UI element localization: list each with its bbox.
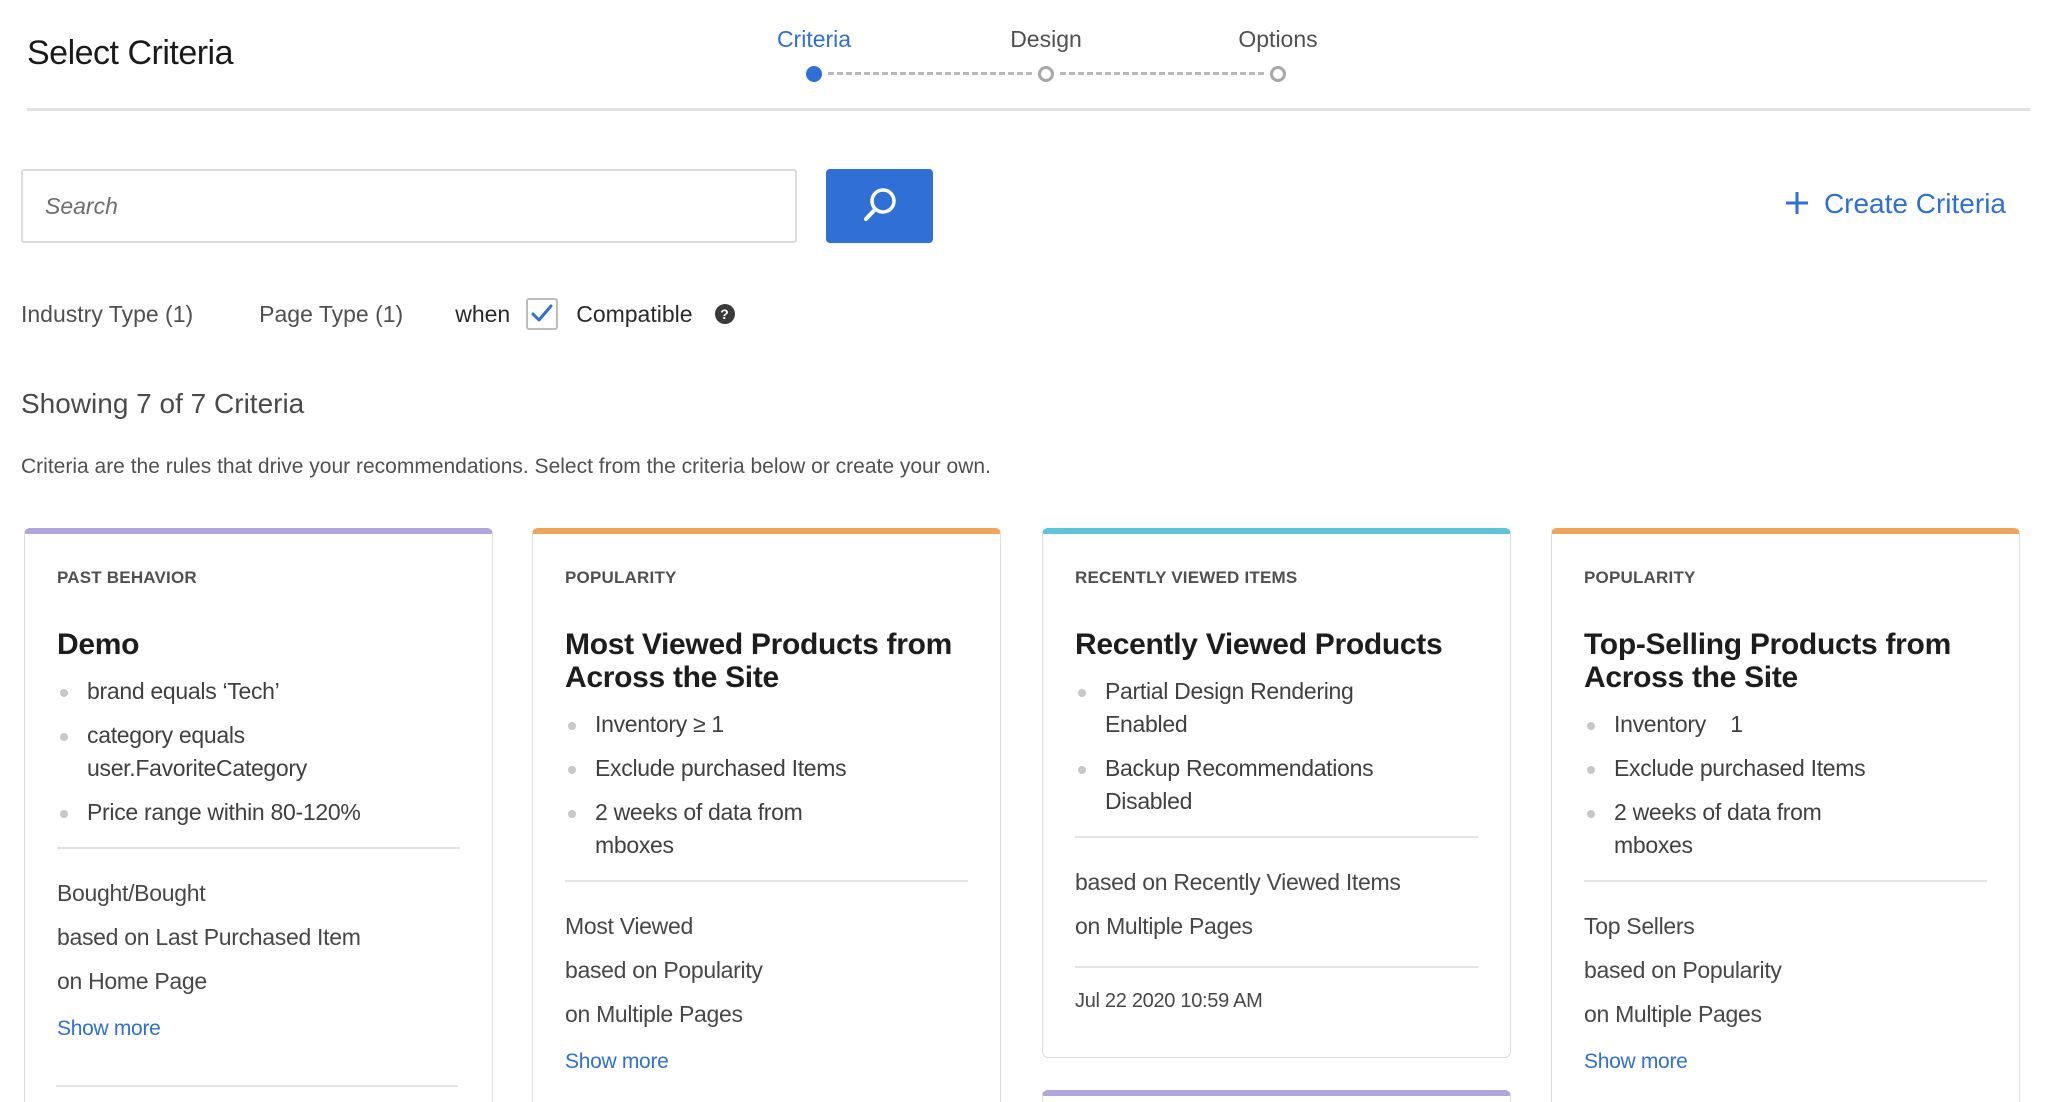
card-rules: brand equals ‘Tech’ category equals user…: [57, 675, 460, 829]
card-title: Top-Selling Products from Across the Sit…: [1584, 628, 1951, 694]
header-divider: [27, 108, 2030, 111]
card-page: on Multiple Pages: [1584, 1001, 1762, 1027]
card-recommendation-type: Most Viewed: [565, 913, 693, 939]
card-title: Recently Viewed Products: [1075, 628, 1443, 661]
page-title: Select Criteria: [27, 34, 234, 72]
show-more-link[interactable]: Show more: [1584, 1050, 1688, 1074]
help-icon[interactable]: ?: [714, 304, 735, 324]
show-more-link[interactable]: Show more: [565, 1050, 669, 1074]
criteria-card[interactable]: POPULARITY Most Viewed Products from Acr…: [532, 528, 1001, 1102]
card-category: POPULARITY: [1584, 568, 1696, 587]
create-criteria-button[interactable]: Create Criteria: [1784, 186, 2006, 222]
card-rule: Price range within 80-120%: [57, 796, 460, 829]
filter-bar: Industry Type (1) Page Type (1) when Com…: [21, 296, 735, 332]
search-input[interactable]: [21, 169, 797, 243]
card-divider: [565, 880, 968, 882]
card-date: Jul 22 2020 10:59 AM: [1075, 990, 1263, 1012]
card-meta: based on Recently Viewed Items on Multip…: [1075, 860, 1478, 948]
card-title: Demo: [57, 628, 140, 661]
card-recommendation-type: Top Sellers: [1584, 913, 1695, 939]
step-options[interactable]: Options: [1238, 26, 1317, 53]
search-button[interactable]: [826, 169, 933, 243]
card-rules: Inventory ≥ 1 Exclude purchased Items 2 …: [565, 708, 968, 862]
plus-icon: [1784, 186, 1810, 222]
card-rule: 2 weeks of data from mboxes: [1584, 796, 1844, 862]
card-category: POPULARITY: [565, 568, 677, 587]
step-design[interactable]: Design: [1010, 26, 1082, 53]
card-divider: [57, 847, 460, 849]
when-label: when: [455, 300, 511, 327]
card-divider: [1584, 880, 1987, 882]
card-recommendation-type: Bought/Bought: [57, 880, 206, 906]
checkmark-icon: [531, 304, 553, 322]
card-category: PAST BEHAVIOR: [57, 568, 197, 587]
card-divider: [1075, 836, 1478, 838]
card-rule: Inventory ≥ 1: [565, 708, 968, 741]
show-more-link[interactable]: Show more: [57, 1017, 161, 1041]
card-page: on Home Page: [57, 968, 207, 994]
card-rules: Inventory 1 Exclude purchased Items 2 we…: [1584, 708, 1987, 862]
progress-stepper: Criteria Design Options: [777, 26, 1318, 86]
search-icon: [860, 185, 900, 228]
card-rule: 2 weeks of data from mboxes: [565, 796, 825, 862]
card-page: on Multiple Pages: [565, 1001, 743, 1027]
card-based-on: based on Popularity: [1584, 957, 1782, 983]
card-divider: [1075, 966, 1478, 968]
card-divider: [56, 1085, 458, 1087]
step-criteria[interactable]: Criteria: [777, 26, 851, 53]
step-connector: [1060, 72, 1264, 75]
card-rule: category equals user.FavoriteCategory: [57, 719, 317, 785]
create-criteria-label: Create Criteria: [1823, 188, 2006, 219]
card-rule: Backup Recommendations Disabled: [1075, 752, 1395, 818]
step-dot-design[interactable]: [1038, 66, 1054, 82]
card-based-on: based on Popularity: [565, 957, 763, 983]
criteria-card[interactable]: PAST BEHAVIOR Demo brand equals ‘Tech’ c…: [24, 528, 493, 1102]
card-rule: Inventory 1: [1584, 708, 1987, 741]
compatible-checkbox[interactable]: [526, 298, 559, 330]
criteria-card[interactable]: [1042, 1090, 1511, 1102]
card-rule: brand equals ‘Tech’: [57, 675, 460, 708]
card-meta: Top Sellers based on Popularity on Multi…: [1584, 904, 1987, 1036]
step-connector: [828, 72, 1032, 75]
card-rules: Partial Design Rendering Enabled Backup …: [1075, 675, 1478, 818]
criteria-card[interactable]: POPULARITY Top-Selling Products from Acr…: [1551, 528, 2020, 1102]
card-rule: Exclude purchased Items: [1584, 752, 1987, 785]
card-title: Most Viewed Products from Across the Sit…: [565, 628, 953, 694]
card-rule: Partial Design Rendering Enabled: [1075, 675, 1365, 741]
card-meta: Bought/Bought based on Last Purchased It…: [57, 871, 460, 1003]
compatible-label: Compatible: [576, 300, 693, 327]
card-rule: Exclude purchased Items: [565, 752, 968, 785]
page-type-filter[interactable]: Page Type (1): [259, 301, 403, 328]
results-count: Showing 7 of 7 Criteria: [21, 388, 305, 419]
card-category: RECENTLY VIEWED ITEMS: [1075, 568, 1298, 587]
criteria-description: Criteria are the rules that drive your r…: [21, 455, 991, 478]
step-dot-options[interactable]: [1270, 66, 1286, 82]
step-dot-criteria[interactable]: [806, 66, 822, 82]
card-based-on: based on Last Purchased Item: [57, 924, 361, 950]
card-based-on: based on Recently Viewed Items: [1075, 869, 1401, 895]
industry-type-filter[interactable]: Industry Type (1): [21, 301, 193, 328]
card-meta: Most Viewed based on Popularity on Multi…: [565, 904, 968, 1036]
card-page: on Multiple Pages: [1075, 913, 1253, 939]
criteria-card[interactable]: RECENTLY VIEWED ITEMS Recently Viewed Pr…: [1042, 528, 1511, 1058]
